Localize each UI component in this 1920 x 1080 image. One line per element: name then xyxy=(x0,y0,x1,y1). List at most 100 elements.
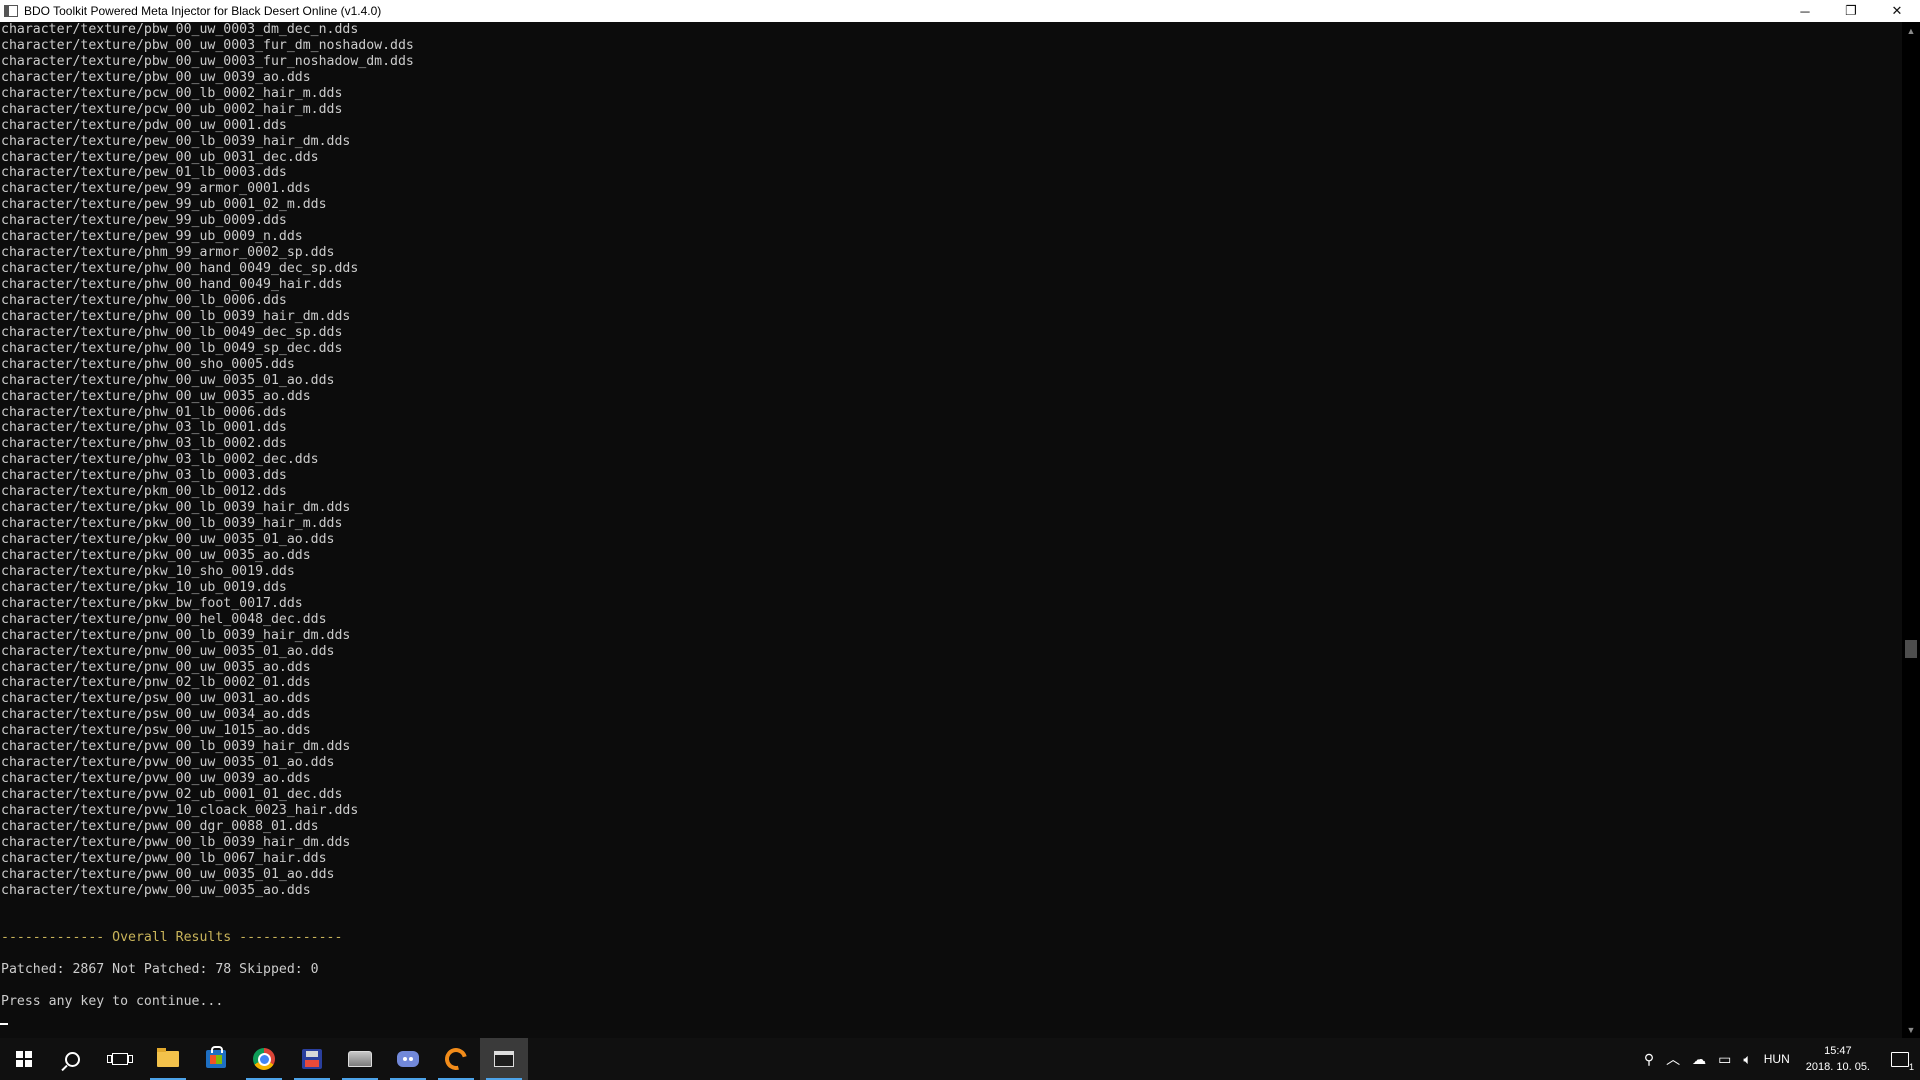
console-line: character/texture/pew_99_ub_0001_02_m.dd… xyxy=(1,197,327,213)
console-line: character/texture/psw_00_uw_1015_ao.dds xyxy=(1,723,311,739)
taskbar-chrome[interactable] xyxy=(240,1038,288,1080)
vertical-scrollbar[interactable]: ▲ ▼ xyxy=(1902,22,1920,1038)
console-line: character/texture/pew_01_lb_0003.dds xyxy=(1,165,287,181)
console-line: character/texture/phw_00_lb_0049_dec_sp.… xyxy=(1,324,343,340)
file-explorer-icon xyxy=(157,1048,179,1067)
console-line: character/texture/pnw_00_uw_0035_01_ao.d… xyxy=(1,643,335,659)
console-line: character/texture/pew_99_ub_0009_n.dds xyxy=(1,229,303,245)
console-line: character/texture/pew_00_lb_0039_hair_dm… xyxy=(1,133,351,149)
console-line: character/texture/phm_99_armor_0002_sp.d… xyxy=(1,245,335,261)
floppy-disk-icon xyxy=(302,1049,322,1069)
console-line: character/texture/pew_99_ub_0009.dds xyxy=(1,213,287,229)
console-line: character/texture/phw_00_lb_0006.dds xyxy=(1,292,287,308)
window-titlebar: BDO Toolkit Powered Meta Injector for Bl… xyxy=(0,0,1920,22)
search-button[interactable] xyxy=(48,1038,96,1080)
console-output[interactable]: character/texture/pbw_00_uw_0003_dm_dec_… xyxy=(0,22,1902,1038)
console-line: character/texture/phw_00_hand_0049_hair.… xyxy=(1,277,343,292)
console-line: character/texture/pew_99_armor_0001.dds xyxy=(1,181,311,197)
clock-date: 2018. 10. 05. xyxy=(1805,1061,1870,1073)
console-line: character/texture/phw_03_lb_0003.dds xyxy=(1,468,287,484)
console-line: character/texture/pww_00_dgr_0088_01.dds xyxy=(1,818,319,834)
continue-prompt: Press any key to continue... xyxy=(1,994,224,1010)
scroll-up-arrow-icon[interactable]: ▲ xyxy=(1902,22,1920,39)
scrollbar-thumb[interactable] xyxy=(1905,640,1917,658)
people-icon: ⚲ xyxy=(1643,1050,1655,1067)
network-icon: ▭ xyxy=(1718,1050,1732,1067)
chest-icon xyxy=(348,1051,372,1067)
task-view-button[interactable] xyxy=(96,1038,144,1080)
speaker-icon: 🔈︎ xyxy=(1743,1050,1752,1067)
console-app-icon xyxy=(4,5,18,17)
tray-clock[interactable]: 15:47 2018. 10. 05. xyxy=(1796,1043,1880,1075)
notification-icon xyxy=(1891,1051,1909,1067)
discord-icon xyxy=(397,1051,419,1067)
results-header: ------------- Overall Results ----------… xyxy=(1,930,343,946)
console-line: character/texture/psw_00_uw_0031_ao.dds xyxy=(1,691,311,707)
console-line: character/texture/pew_00_ub_0031_dec.dds xyxy=(1,149,319,165)
console-line: character/texture/pnw_00_hel_0048_dec.dd… xyxy=(1,611,327,627)
console-line: character/texture/pww_00_uw_0035_ao.dds xyxy=(1,882,311,898)
swirl-app-icon xyxy=(440,1043,472,1075)
tray-show-hidden[interactable]: ︿ xyxy=(1660,1038,1686,1080)
notification-count: 1 xyxy=(1908,1062,1914,1072)
taskbar-chest-app[interactable] xyxy=(336,1038,384,1080)
start-button[interactable] xyxy=(0,1038,48,1080)
console-line: character/texture/pdw_00_uw_0001.dds xyxy=(1,117,287,133)
console-line: character/texture/pnw_00_uw_0035_ao.dds xyxy=(1,659,311,675)
clock-time: 15:47 xyxy=(1824,1045,1852,1057)
console-line: character/texture/pww_00_lb_0039_hair_dm… xyxy=(1,834,351,850)
console-line: character/texture/phw_00_hand_0049_dec_s… xyxy=(1,261,359,277)
tray-volume[interactable]: 🔈︎ xyxy=(1737,1038,1757,1080)
taskbar: ⚲ ︿ ☁ ▭ 🔈︎ HUN 15:47 2018. 10. 05. 1 xyxy=(0,1038,1920,1080)
console-line: character/texture/psw_00_uw_0034_ao.dds xyxy=(1,707,311,723)
taskbar-swirl-app[interactable] xyxy=(432,1038,480,1080)
taskbar-discord[interactable] xyxy=(384,1038,432,1080)
restore-button[interactable]: ❐ xyxy=(1828,0,1874,22)
tray-onedrive[interactable]: ☁ xyxy=(1686,1038,1712,1080)
tray-network[interactable]: ▭ xyxy=(1712,1038,1737,1080)
taskbar-file-explorer[interactable] xyxy=(144,1038,192,1080)
console-line: character/texture/pww_00_lb_0067_hair.dd… xyxy=(1,850,327,866)
console-line: character/texture/phw_03_lb_0001.dds xyxy=(1,420,287,436)
results-summary: Patched: 2867 Not Patched: 78 Skipped: 0 xyxy=(1,962,319,978)
console-line: character/texture/pkw_10_ub_0019.dds xyxy=(1,579,287,595)
console-line: character/texture/pkw_bw_foot_0017.dds xyxy=(1,595,303,611)
chevron-up-icon: ︿ xyxy=(1666,1051,1681,1067)
console-line: character/texture/phw_03_lb_0002.dds xyxy=(1,436,287,452)
console-line: character/texture/pkw_10_sho_0019.dds xyxy=(1,563,295,579)
tray-language[interactable]: HUN xyxy=(1758,1038,1796,1080)
console-line: character/texture/phw_00_lb_0039_hair_dm… xyxy=(1,308,351,324)
console-line: character/texture/pnw_00_lb_0039_hair_dm… xyxy=(1,627,351,643)
cloud-icon: ☁ xyxy=(1692,1050,1707,1067)
taskbar-console[interactable] xyxy=(480,1038,528,1080)
minimize-button[interactable]: ─ xyxy=(1782,0,1828,22)
console-line: character/texture/pbw_00_uw_0003_fur_nos… xyxy=(1,53,414,69)
taskbar-disk-app[interactable] xyxy=(288,1038,336,1080)
taskbar-store[interactable] xyxy=(192,1038,240,1080)
console-line: character/texture/pbw_00_uw_0039_ao.dds xyxy=(1,69,311,85)
task-view-icon xyxy=(107,1053,133,1065)
console-line: character/texture/phw_00_sho_0005.dds xyxy=(1,356,295,372)
scroll-down-arrow-icon[interactable]: ▼ xyxy=(1902,1021,1920,1038)
console-line: character/texture/pkw_00_uw_0035_ao.dds xyxy=(1,547,311,563)
text-cursor xyxy=(0,1023,8,1026)
console-line: character/texture/pkm_00_lb_0012.dds xyxy=(1,484,287,500)
console-line: character/texture/pvw_00_lb_0039_hair_dm… xyxy=(1,739,351,755)
console-line: character/texture/pcw_00_ub_0002_hair_m.… xyxy=(1,101,343,117)
console-line: character/texture/phw_01_lb_0006.dds xyxy=(1,404,287,420)
console-line: character/texture/pkw_00_uw_0035_01_ao.d… xyxy=(1,532,335,547)
console-line: character/texture/pvw_10_cloack_0023_hai… xyxy=(1,802,359,818)
action-center-button[interactable]: 1 xyxy=(1880,1038,1920,1080)
close-button[interactable]: ✕ xyxy=(1874,0,1920,22)
window-title: BDO Toolkit Powered Meta Injector for Bl… xyxy=(24,4,382,18)
windows-logo-icon xyxy=(16,1051,32,1067)
console-line: character/texture/pww_00_uw_0035_01_ao.d… xyxy=(1,866,335,882)
console-line: character/texture/pbw_00_uw_0003_dm_dec_… xyxy=(1,22,359,37)
console-line: character/texture/pvw_02_ub_0001_01_dec.… xyxy=(1,787,343,802)
search-icon xyxy=(64,1051,80,1067)
console-line: character/texture/phw_03_lb_0002_dec.dds xyxy=(1,452,319,468)
tray-people[interactable]: ⚲ xyxy=(1638,1038,1660,1080)
